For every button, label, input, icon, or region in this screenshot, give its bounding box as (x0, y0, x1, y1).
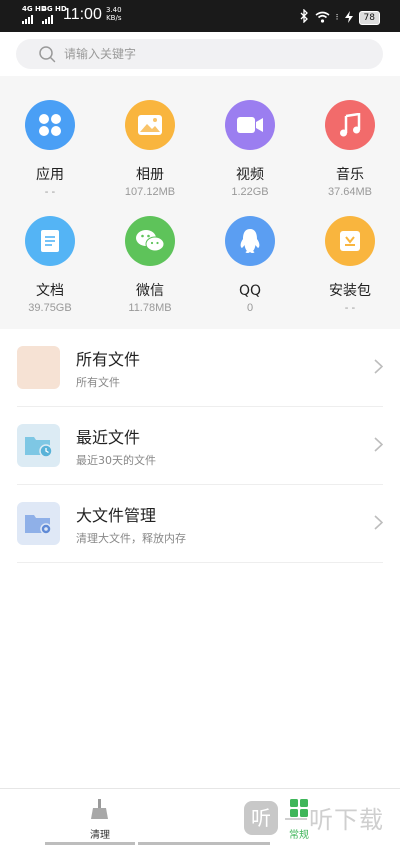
document-icon (25, 216, 75, 266)
search-input[interactable] (64, 39, 364, 69)
watermark: 听 一听下载 (240, 789, 400, 845)
tab-clean[interactable]: 清理 (55, 789, 145, 845)
category-photos[interactable]: 相册 107.12MB (100, 100, 200, 198)
large-files-icon (17, 502, 60, 545)
app-grid-icon (25, 100, 75, 150)
category-size: 1.22GB (231, 186, 269, 198)
qq-penguin-icon (225, 216, 275, 266)
chevron-right-icon (374, 359, 384, 378)
category-size: 107.12MB (124, 186, 176, 198)
status-bar: 4G HD 4G HD 11:00 3.40 KB/s ⁝ 78 (0, 0, 400, 32)
file-list: 所有文件 所有文件 最近文件 最近30天的文件 大文件管理 清理大文件，释放内存 (0, 329, 400, 563)
category-packages[interactable]: 安装包 - - (300, 216, 400, 314)
bluetooth-icon (300, 8, 309, 27)
category-size: 37.64MB (327, 186, 373, 198)
chevron-right-icon (374, 515, 384, 534)
network-speed: 3.40 KB/s (106, 6, 122, 22)
category-qq[interactable]: QQ 0 (200, 216, 300, 314)
search-bar[interactable] (16, 39, 383, 69)
list-item-subtitle: 所有文件 (76, 376, 120, 389)
list-item-subtitle: 最近30天的文件 (76, 454, 156, 467)
list-item-title: 大文件管理 (76, 506, 157, 525)
category-videos[interactable]: 视频 1.22GB (200, 100, 300, 198)
battery-level: 78 (358, 10, 380, 25)
watermark-text: 一听下载 (284, 806, 384, 834)
speed-unit: KB/s (106, 14, 122, 22)
category-name: 相册 (136, 167, 164, 183)
wifi-icon (315, 8, 330, 27)
category-name: 应用 (36, 167, 64, 183)
list-item-title: 最近文件 (76, 428, 141, 447)
list-item-all-files[interactable]: 所有文件 所有文件 (17, 329, 384, 407)
search-area (0, 32, 400, 76)
category-apps[interactable]: 应用 - - (0, 100, 100, 198)
category-music[interactable]: 音乐 37.64MB (300, 100, 400, 198)
list-item-recent-files[interactable]: 最近文件 最近30天的文件 (17, 407, 384, 485)
watermark-logo: 听 (244, 800, 278, 835)
category-size: 39.75GB (28, 302, 72, 314)
clock: 11:00 (63, 6, 102, 23)
category-size: 0 (246, 302, 254, 314)
chevron-right-icon (374, 437, 384, 456)
list-item-title: 所有文件 (76, 350, 141, 369)
bottom-nav: 清理 常规 听 一听下载 (0, 788, 400, 845)
category-size: - - (344, 302, 356, 314)
vibrate-icon: ⁝ (335, 12, 339, 23)
category-name: 音乐 (336, 167, 364, 183)
category-name: 视频 (236, 167, 264, 183)
speed-value: 3.40 (106, 6, 122, 14)
video-camera-icon (225, 100, 275, 150)
category-documents[interactable]: 文档 39.75GB (0, 216, 100, 314)
package-icon (325, 216, 375, 266)
category-grid: 应用 - - 相册 107.12MB 视频 1.22GB 音乐 37.64MB … (0, 76, 400, 329)
category-name: QQ (238, 283, 262, 299)
category-name: 微信 (136, 283, 164, 299)
broom-icon (90, 798, 110, 824)
category-size: - - (44, 186, 56, 198)
search-icon (39, 46, 56, 67)
category-size: 11.78MB (128, 302, 172, 314)
tab-clean-label: 清理 (90, 830, 110, 841)
charging-icon (344, 8, 353, 27)
list-item-large-files[interactable]: 大文件管理 清理大文件，释放内存 (17, 485, 384, 563)
music-note-icon (325, 100, 375, 150)
wechat-icon (125, 216, 175, 266)
list-item-subtitle: 清理大文件，释放内存 (76, 532, 186, 545)
photo-icon (125, 100, 175, 150)
status-icons: ⁝ 78 (300, 8, 380, 27)
all-files-icon (17, 346, 60, 389)
category-name: 文档 (36, 283, 64, 299)
recent-files-icon (17, 424, 60, 467)
category-name: 安装包 (329, 283, 371, 299)
category-wechat[interactable]: 微信 11.78MB (100, 216, 200, 314)
